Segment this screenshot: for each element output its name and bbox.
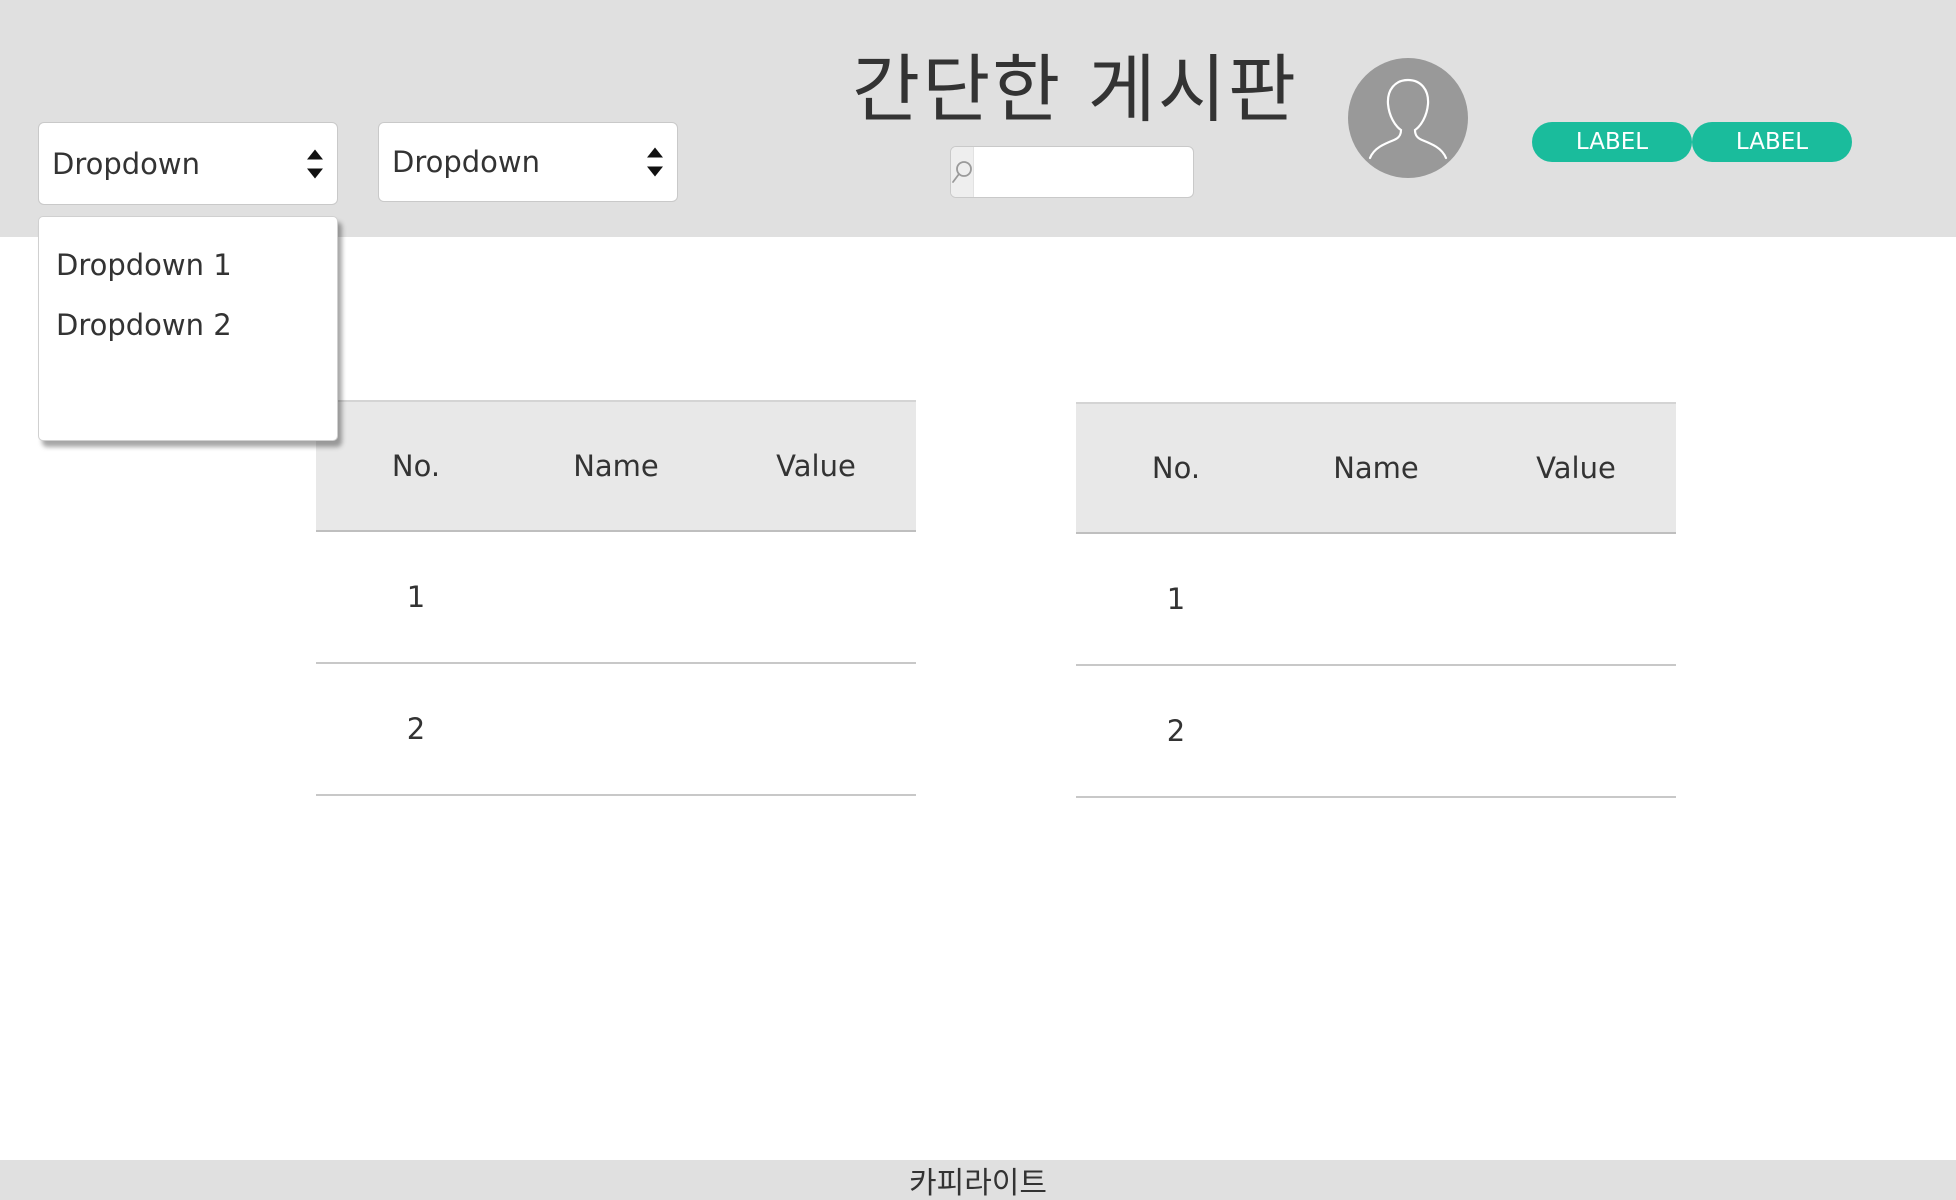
data-table-1: No. Name Value 1 2 xyxy=(316,400,916,796)
column-header-value: Value xyxy=(1536,451,1616,485)
copyright-text: 카피라이트 xyxy=(909,1166,1047,1200)
table-header-row: No. Name Value xyxy=(1076,402,1676,534)
dropdown-select-2[interactable]: Dropdown xyxy=(378,122,678,202)
footer: 카피라이트 xyxy=(0,1160,1956,1200)
cell-no: 2 xyxy=(1166,714,1186,748)
up-down-arrows-icon xyxy=(647,147,663,177)
header: Dropdown Dropdown 간단한 게시판 LABEL LABEL xyxy=(0,0,1956,237)
cell-no: 2 xyxy=(406,712,426,746)
cell-no: 1 xyxy=(1166,582,1186,616)
page-title: 간단한 게시판 xyxy=(851,47,1298,133)
cell-no: 1 xyxy=(406,580,426,614)
table-row[interactable]: 2 xyxy=(1076,666,1676,798)
column-header-name: Name xyxy=(1333,451,1419,485)
label-button-2[interactable]: LABEL xyxy=(1692,122,1852,162)
column-header-no: No. xyxy=(391,449,441,483)
column-header-no: No. xyxy=(1151,451,1201,485)
column-header-name: Name xyxy=(573,449,659,483)
user-avatar-icon[interactable] xyxy=(1348,58,1468,178)
data-table-2: No. Name Value 1 2 xyxy=(1076,402,1676,798)
search-input[interactable] xyxy=(974,147,1193,197)
table-header-row: No. Name Value xyxy=(316,400,916,532)
dropdown-menu-item-2[interactable]: Dropdown 2 xyxy=(39,295,337,355)
search-icon[interactable] xyxy=(951,147,974,197)
table-row[interactable]: 1 xyxy=(1076,534,1676,666)
label-button-1[interactable]: LABEL xyxy=(1532,122,1692,162)
column-header-value: Value xyxy=(776,449,856,483)
up-down-arrows-icon xyxy=(307,149,323,178)
dropdown-select-2-value: Dropdown xyxy=(392,145,541,179)
table-row[interactable]: 1 xyxy=(316,532,916,664)
dropdown-menu: Dropdown 1 Dropdown 2 xyxy=(38,216,338,441)
dropdown-menu-item-1[interactable]: Dropdown 1 xyxy=(39,235,337,295)
table-row[interactable]: 2 xyxy=(316,664,916,796)
dropdown-select-1-value: Dropdown xyxy=(52,146,201,181)
page: Dropdown Dropdown 간단한 게시판 LABEL LABEL Dr… xyxy=(0,0,1956,1200)
dropdown-select-1[interactable]: Dropdown xyxy=(38,122,338,205)
search-box xyxy=(950,146,1194,198)
